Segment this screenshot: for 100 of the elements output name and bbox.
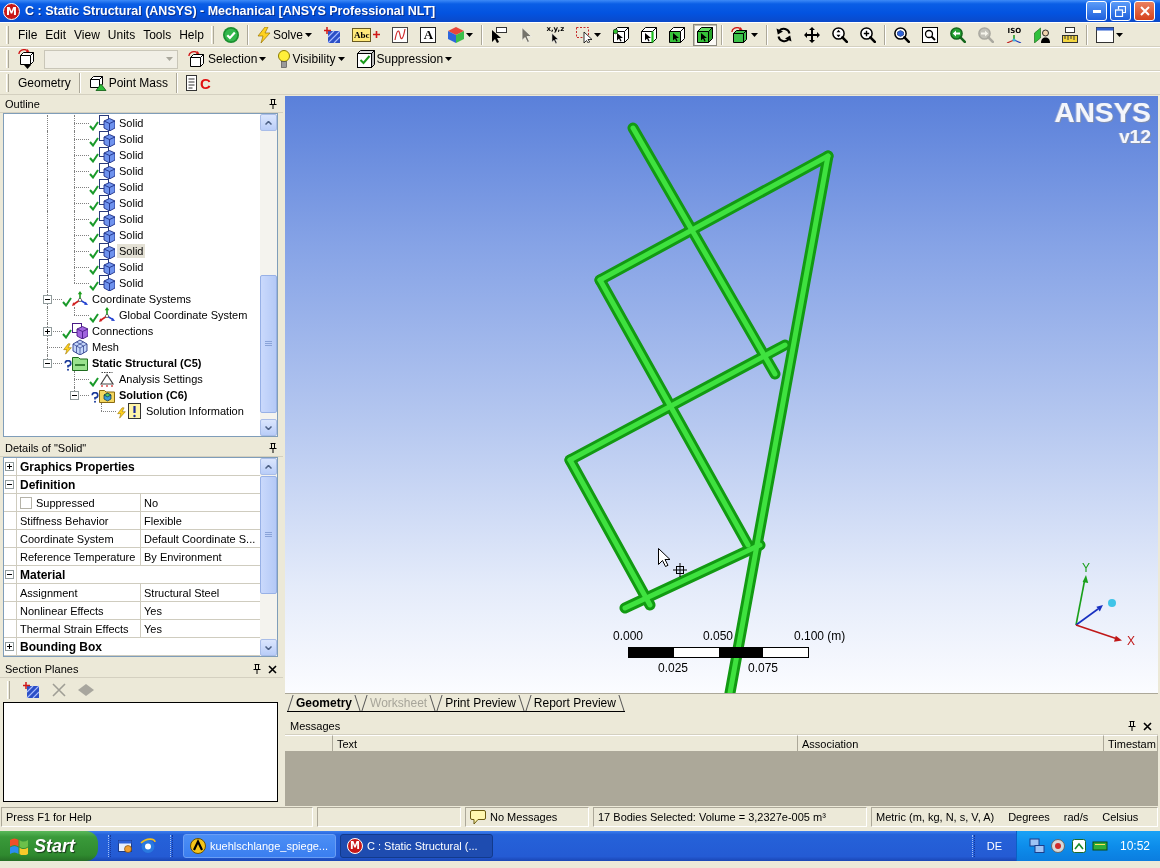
pin-icon[interactable] [1128, 721, 1136, 731]
property-value[interactable]: Yes [141, 620, 260, 637]
tab[interactable]: Print Preview [436, 694, 525, 712]
viewport[interactable]: ANSYS v12 0.000 0.050 0.100 (m) 0.025 0.075 Y X [285, 96, 1158, 693]
status-text[interactable]: Degrees [1008, 811, 1050, 823]
close-button[interactable] [1134, 1, 1155, 21]
tree-item[interactable]: Coordinate Systems [90, 292, 194, 306]
restore-button[interactable] [1110, 1, 1131, 21]
category-header[interactable]: Material [17, 566, 260, 583]
selection-menu[interactable]: Selection [184, 48, 271, 70]
section-plane-list[interactable] [3, 702, 278, 802]
property-value[interactable]: By Environment [141, 548, 260, 565]
menu-item[interactable]: Edit [41, 25, 71, 44]
tree-item[interactable]: Solid [117, 164, 146, 178]
tree-item[interactable]: Solution (C6) [117, 388, 190, 402]
status-text[interactable]: rad/s [1063, 811, 1089, 823]
scroll-down-button[interactable] [260, 639, 277, 656]
scroll-up-button[interactable] [260, 114, 277, 131]
tree-toggle[interactable] [43, 359, 52, 368]
menu-item[interactable]: File [14, 25, 42, 44]
tree-item[interactable]: Solid [117, 180, 146, 194]
card-icon[interactable] [1091, 838, 1108, 854]
start-button[interactable]: Start [0, 831, 98, 861]
network-icon[interactable] [1028, 838, 1045, 854]
menu-item[interactable]: Tools [139, 25, 176, 44]
property-value[interactable]: Flexible [141, 512, 260, 529]
point-mass-button[interactable]: Point Mass [84, 72, 173, 94]
plane-person-icon [1034, 26, 1051, 43]
tree-toggle[interactable] [5, 480, 14, 489]
close-icon[interactable] [268, 664, 277, 674]
tree-item[interactable]: Solid [117, 196, 146, 210]
suppression-menu[interactable]: Suppression [352, 48, 457, 70]
rotate-icon [776, 26, 793, 43]
tree-toggle[interactable] [43, 327, 52, 336]
tree-item[interactable]: Connections [90, 324, 156, 338]
status-text[interactable]: Celsius [1102, 811, 1139, 823]
category-header[interactable]: Bounding Box [17, 638, 260, 655]
menu-item[interactable]: View [70, 25, 104, 44]
column-header[interactable]: Text [333, 735, 798, 752]
pin-icon[interactable] [253, 664, 261, 674]
tree-toggle[interactable] [70, 391, 79, 400]
tab[interactable]: Report Preview [524, 694, 625, 712]
menu-item[interactable]: Units [103, 25, 140, 44]
tree-item[interactable]: Solid [117, 260, 146, 274]
close-icon[interactable] [1143, 721, 1152, 731]
scroll-up-button[interactable] [260, 458, 277, 475]
visibility-menu[interactable]: Visibility [274, 48, 349, 70]
tree-item[interactable]: Solid [117, 276, 146, 290]
status-text[interactable]: Metric (m, kg, N, s, V, A) [876, 811, 995, 823]
scrollbar[interactable] [260, 114, 277, 436]
scroll-thumb[interactable] [260, 476, 277, 594]
property-value[interactable]: Yes [141, 602, 260, 619]
tab[interactable]: Geometry [287, 694, 362, 712]
zoom-icon [832, 26, 849, 43]
pin-icon[interactable] [269, 99, 277, 109]
pin-icon[interactable] [269, 443, 277, 453]
tree-item[interactable]: Mesh [90, 340, 121, 354]
caret-icon [445, 57, 453, 61]
property-value[interactable]: Structural Steel [141, 584, 260, 601]
checkbox[interactable] [20, 496, 32, 509]
tree-item[interactable]: Solid [117, 132, 146, 146]
minimize-icon [1092, 9, 1101, 13]
tree-toggle[interactable] [43, 295, 52, 304]
tree-item[interactable]: Solid [117, 228, 146, 242]
category-header[interactable]: Graphics Properties [17, 458, 260, 475]
grip-icon [265, 531, 272, 538]
cube-pointer-icon [613, 26, 630, 43]
window-page-icon[interactable] [117, 838, 133, 854]
taskbar-button[interactable]: kuehlschlange_spiege... [183, 834, 336, 858]
tree-toggle[interactable] [5, 570, 14, 579]
tree-item[interactable]: Solid [117, 148, 146, 162]
annotation-button[interactable]: Abc [347, 23, 385, 46]
tree-item[interactable]: Solid [117, 212, 146, 226]
property-value[interactable]: No [141, 494, 260, 511]
tree-item[interactable]: Analysis Settings [117, 372, 205, 386]
round-badge-icon[interactable] [1049, 838, 1066, 854]
tree-toggle[interactable] [5, 462, 14, 471]
tree-toggle[interactable] [5, 642, 14, 651]
language-indicator[interactable]: DE [986, 840, 1002, 852]
property-value[interactable]: Default Coordinate S... [141, 530, 260, 547]
geometry-button[interactable]: Geometry [14, 72, 75, 94]
column-header[interactable]: Association [798, 735, 1104, 752]
tree-item[interactable]: Solid [117, 244, 146, 258]
scrollbar[interactable] [260, 458, 277, 656]
column-header[interactable]: Timestam [1104, 735, 1158, 752]
solve-button[interactable]: Solve [252, 23, 316, 46]
body-select-button[interactable] [693, 23, 718, 46]
taskbar-button[interactable]: M C : Static Structural (... [340, 834, 493, 858]
ring-swoosh-icon[interactable] [140, 838, 156, 854]
commands-button[interactable]: C [182, 72, 215, 94]
tree-item[interactable]: Global Coordinate System [117, 308, 250, 322]
scroll-thumb[interactable] [260, 275, 277, 414]
chevron-box-icon[interactable] [1070, 838, 1087, 854]
tree-item[interactable]: Solid [117, 116, 146, 130]
scroll-down-button[interactable] [260, 419, 277, 436]
minimize-button[interactable] [1086, 1, 1107, 21]
menu-item[interactable]: Help [175, 25, 208, 44]
tree-item[interactable]: Static Structural (C5) [90, 356, 204, 370]
tree-item[interactable]: Solution Information [144, 404, 246, 418]
category-header[interactable]: Definition [17, 476, 260, 493]
